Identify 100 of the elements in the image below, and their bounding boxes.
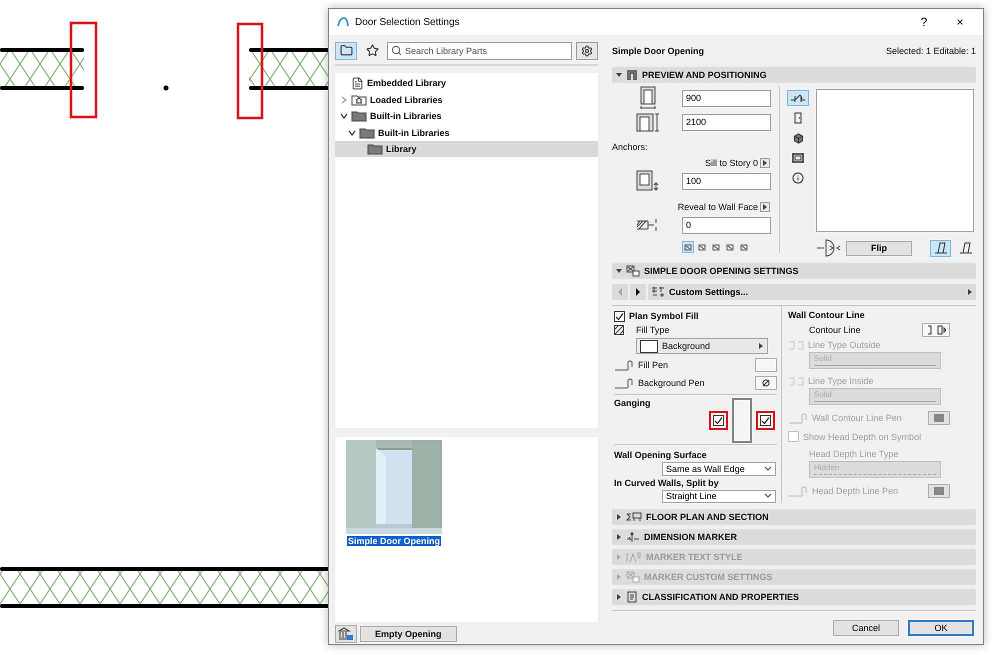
checkbox[interactable] [713, 415, 724, 426]
settings-icon [581, 44, 593, 57]
ok-button[interactable]: OK [908, 620, 974, 636]
line-type-label: Line Type Outside [808, 340, 880, 350]
section-header[interactable]: PREVIEW AND POSITIONING [612, 67, 976, 83]
folder-view-button[interactable] [335, 42, 357, 60]
head-depth-pen-button[interactable] [928, 484, 950, 498]
side-button[interactable] [930, 240, 951, 256]
background-pen-button[interactable] [755, 376, 777, 390]
section-header[interactable]: CLASSIFICATION AND PROPERTIES [612, 589, 976, 605]
section-icon [792, 152, 804, 164]
reveal-mode-button[interactable] [682, 241, 694, 253]
chevron-right-icon[interactable] [340, 96, 348, 104]
tree-item[interactable]: Library [335, 140, 598, 158]
head-depth-pen-label: Head Depth Line Pen [812, 486, 898, 496]
reveal-mode-icon [712, 243, 720, 251]
view-mode-button[interactable] [787, 90, 809, 106]
split-dropdown[interactable]: Straight Line [662, 490, 776, 503]
reveal-field[interactable]: 0 [682, 216, 771, 234]
chevron-down-icon [764, 493, 772, 500]
fill-type-dropdown[interactable]: Background [636, 338, 768, 354]
reveal-mode-icon [740, 243, 748, 251]
document-icon [351, 76, 364, 90]
opening-side-icon [934, 242, 948, 254]
search-icon [391, 44, 402, 56]
line-type-icon [788, 376, 804, 386]
point-marker [164, 86, 168, 90]
flip-button[interactable]: Flip [846, 240, 912, 256]
part-name[interactable]: Simple Door Opening [346, 536, 441, 546]
search-field[interactable]: Search Library Parts [387, 42, 572, 60]
section-header[interactable]: DIMENSION MARKER [612, 529, 976, 545]
head-depth-label: Show Head Depth on Symbol [803, 432, 922, 442]
tree-item[interactable]: Embedded Library [335, 74, 598, 92]
section-header[interactable]: FLOOR PLAN AND SECTION [612, 509, 976, 525]
sill-label: Sill to Story 0 [704, 158, 758, 168]
settings-button[interactable] [576, 42, 598, 60]
door-frame-icon [626, 69, 638, 81]
door-outline-icon [732, 398, 752, 444]
library-icon [338, 627, 354, 642]
door-icon [793, 112, 803, 124]
app-logo-icon [337, 17, 349, 27]
door-height-icon [636, 112, 660, 132]
background-pen-label: Background Pen [638, 378, 705, 388]
sill-field[interactable]: 100 [682, 172, 771, 190]
contour-line-button[interactable] [922, 322, 950, 336]
pen-icon [788, 484, 808, 496]
caret-icon [616, 514, 622, 520]
caret-icon [762, 204, 768, 210]
anchors-label: Anchors: [612, 142, 648, 152]
help-button[interactable]: ? [909, 11, 939, 33]
fill-swatch-icon [640, 340, 658, 353]
cube-icon [792, 132, 804, 144]
star-icon [366, 44, 378, 58]
info-icon [792, 172, 804, 184]
empty-opening-button[interactable]: Empty Opening [360, 626, 457, 642]
plan-symbol-fill-label: Plan Symbol Fill [629, 311, 699, 322]
caret-icon [967, 289, 973, 295]
head-depth-type-label: Head Depth Line Type [809, 448, 898, 458]
parameters-icon [651, 286, 665, 298]
next-button[interactable] [630, 284, 646, 300]
tree-item[interactable]: Built-in Libraries [335, 124, 598, 141]
section-header[interactable]: SIMPLE DOOR OPENING SETTINGS [612, 263, 976, 279]
linked-folder-icon [351, 94, 367, 106]
folder-icon [367, 143, 383, 156]
reveal-menu-button[interactable] [760, 202, 770, 212]
reveal-mode-icon [684, 243, 692, 251]
window-title: Door Selection Settings [355, 16, 461, 28]
cancel-button[interactable]: Cancel [833, 620, 899, 636]
object-name: Simple Door Opening [612, 46, 704, 56]
door-swing-icon [816, 239, 842, 257]
pen-icon [788, 412, 808, 424]
checkbox[interactable] [614, 310, 625, 322]
folder-icon [340, 44, 352, 58]
tree-item[interactable]: Built-in Libraries [335, 108, 598, 124]
document-icon [626, 591, 638, 603]
line-type-icon [788, 340, 804, 350]
ganging-label: Ganging [614, 398, 652, 408]
contour-pen-button[interactable] [928, 410, 950, 424]
left-arrow-icon [617, 288, 623, 296]
wall-opening-surface-dropdown[interactable]: Same as Wall Edge [662, 462, 776, 476]
close-button[interactable]: × [945, 11, 975, 33]
parameters-icon [626, 265, 640, 277]
height-field[interactable]: 2100 [682, 114, 771, 130]
library-manager-button[interactable] [335, 625, 357, 644]
tree-item[interactable]: Loaded Libraries [335, 91, 598, 108]
floor-plan-icon [626, 512, 642, 522]
pen-icon [614, 377, 634, 390]
pen-icon [614, 359, 634, 372]
checkbox[interactable] [760, 415, 771, 426]
wall-opening-surface-label: Wall Opening Surface [614, 450, 707, 460]
caret-icon [616, 554, 622, 560]
reveal-mode-icon [698, 243, 706, 251]
caret-icon [616, 72, 622, 78]
sill-menu-button[interactable] [760, 158, 770, 168]
plan-view-icon [790, 93, 806, 103]
dimension-icon [626, 531, 640, 543]
width-field[interactable]: 900 [682, 90, 771, 106]
custom-settings-button[interactable]: Custom Settings... [648, 284, 976, 300]
right-arrow-icon [635, 288, 641, 296]
text-style-icon [626, 551, 642, 563]
